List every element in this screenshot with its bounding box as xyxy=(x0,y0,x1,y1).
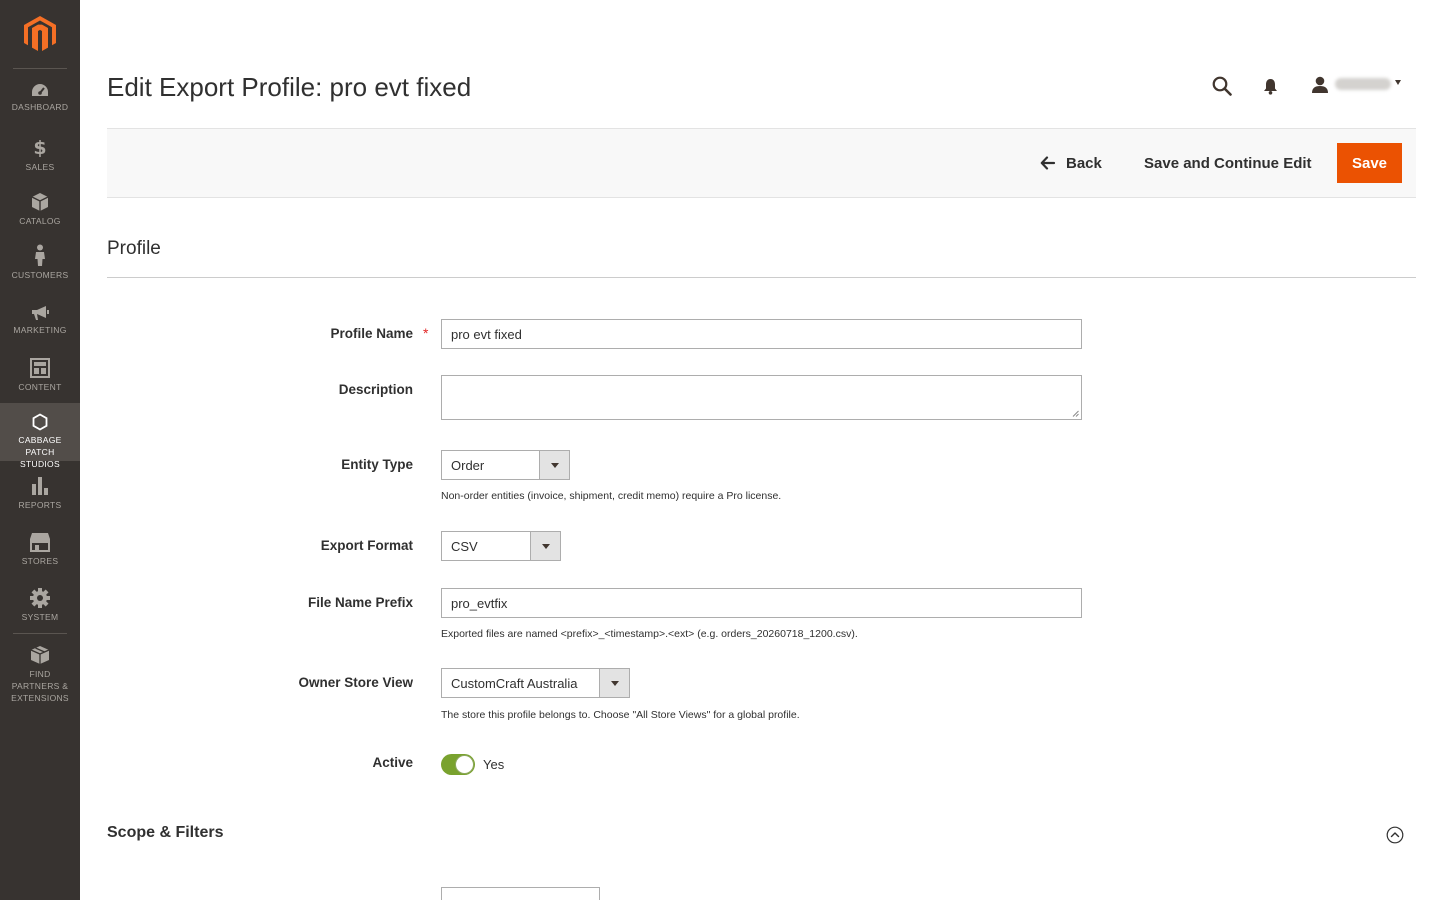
sidebar-item-sales[interactable]: $ Sales xyxy=(0,137,80,172)
entity-type-note: Non-order entities (invoice, shipment, c… xyxy=(441,490,782,502)
partial-select[interactable] xyxy=(441,887,600,900)
admin-sidebar: Dashboard $ Sales Catalog Customers Mark… xyxy=(0,0,80,900)
sidebar-item-label: System xyxy=(21,612,59,622)
chevron-down-icon[interactable] xyxy=(1395,80,1401,85)
sidebar-item-stores[interactable]: Stores xyxy=(0,532,80,566)
sidebar-item-system[interactable]: System xyxy=(0,588,80,622)
user-icon xyxy=(1312,76,1328,93)
collapse-chevron-up-icon[interactable] xyxy=(1386,826,1404,844)
sidebar-item-reports[interactable]: Reports xyxy=(0,476,80,510)
owner-store-view-label: Owner Store View xyxy=(298,675,413,690)
file-name-prefix-input[interactable]: pro_evtfix xyxy=(441,588,1082,618)
dropdown-arrow-icon xyxy=(539,451,569,479)
sidebar-item-label: Catalog xyxy=(19,216,61,226)
bar-chart-icon xyxy=(31,476,49,496)
hexagon-icon xyxy=(32,413,48,431)
owner-store-view-note: The store this profile belongs to. Choos… xyxy=(441,709,800,721)
person-icon xyxy=(34,244,46,266)
save-button[interactable]: Save xyxy=(1337,143,1402,183)
section-title-profile: Profile xyxy=(107,238,161,259)
owner-store-view-select[interactable]: CustomCraft Australia xyxy=(441,668,630,698)
entity-type-value: Order xyxy=(451,457,485,473)
arrow-left-icon xyxy=(1040,156,1056,170)
magento-logo[interactable] xyxy=(0,0,80,68)
sidebar-item-label: Customers xyxy=(11,270,69,280)
profile-name-label: Profile Name xyxy=(330,326,413,341)
file-name-prefix-label: File Name Prefix xyxy=(307,595,413,610)
notifications-button[interactable] xyxy=(1260,76,1280,96)
dollar-icon: $ xyxy=(33,137,47,159)
sidebar-item-find-partners[interactable]: Find Partners & Extensions xyxy=(0,644,80,704)
active-toggle-label: Yes xyxy=(483,757,505,772)
sidebar-item-cabbage-patch-studios[interactable]: Cabbage Patch Studios xyxy=(0,403,80,469)
dropdown-arrow-icon xyxy=(530,532,560,560)
layout-icon xyxy=(30,358,50,378)
sidebar-item-dashboard[interactable]: Dashboard xyxy=(0,82,80,112)
sidebar-divider xyxy=(13,68,67,69)
sidebar-item-label: Cabbage Patch Studios xyxy=(18,435,62,469)
sidebar-item-label: Content xyxy=(18,382,62,392)
active-toggle[interactable] xyxy=(441,754,475,775)
resize-handle-icon[interactable] xyxy=(1072,410,1079,417)
required-marker: * xyxy=(423,325,429,341)
dropdown-arrow-icon xyxy=(599,669,629,697)
global-search-button[interactable] xyxy=(1211,75,1233,97)
profile-name-input[interactable]: pro evt fixed xyxy=(441,319,1082,349)
description-textarea[interactable] xyxy=(441,375,1082,420)
box-icon xyxy=(30,644,50,665)
description-label: Description xyxy=(338,382,413,397)
entity-type-select[interactable]: Order xyxy=(441,450,570,480)
sidebar-item-content[interactable]: Content xyxy=(0,358,80,392)
section-divider xyxy=(107,277,1416,278)
dashboard-icon xyxy=(30,82,50,98)
toggle-knob xyxy=(455,755,474,774)
storefront-icon xyxy=(29,532,51,552)
sidebar-item-customers[interactable]: Customers xyxy=(0,244,80,280)
owner-store-view-value: CustomCraft Australia xyxy=(451,675,578,691)
sidebar-item-catalog[interactable]: Catalog xyxy=(0,192,80,226)
sidebar-item-marketing[interactable]: Marketing xyxy=(0,302,80,336)
entity-type-label: Entity Type xyxy=(341,457,413,472)
sidebar-item-label: Marketing xyxy=(13,325,67,335)
cube-icon xyxy=(31,192,49,212)
export-format-value: CSV xyxy=(451,538,478,554)
back-button[interactable]: Back xyxy=(1040,152,1102,174)
gear-icon xyxy=(30,588,50,608)
section-title-scope-filters[interactable]: Scope & Filters xyxy=(107,824,223,842)
back-button-label: Back xyxy=(1066,154,1102,172)
sidebar-item-label: Sales xyxy=(25,162,55,172)
sidebar-item-label: Dashboard xyxy=(11,102,69,112)
file-name-prefix-note: Exported files are named <prefix>_<times… xyxy=(441,628,858,640)
search-icon xyxy=(1212,76,1232,96)
sidebar-item-label: Stores xyxy=(21,556,59,566)
user-name-redacted[interactable] xyxy=(1335,78,1391,90)
export-format-label: Export Format xyxy=(320,538,413,553)
partial-field-label xyxy=(107,893,413,900)
bell-icon xyxy=(1263,78,1277,95)
sidebar-item-label: Reports xyxy=(18,500,62,510)
sidebar-item-label: Find Partners & Extensions xyxy=(11,669,69,703)
user-account-button[interactable] xyxy=(1309,74,1331,96)
magento-logo-icon xyxy=(24,16,56,51)
save-and-continue-button[interactable]: Save and Continue Edit xyxy=(1144,152,1312,174)
page-title: Edit Export Profile: pro evt fixed xyxy=(107,72,472,102)
megaphone-icon xyxy=(30,302,50,321)
active-label: Active xyxy=(372,755,413,770)
export-format-select[interactable]: CSV xyxy=(441,531,561,561)
sidebar-divider xyxy=(13,633,67,634)
